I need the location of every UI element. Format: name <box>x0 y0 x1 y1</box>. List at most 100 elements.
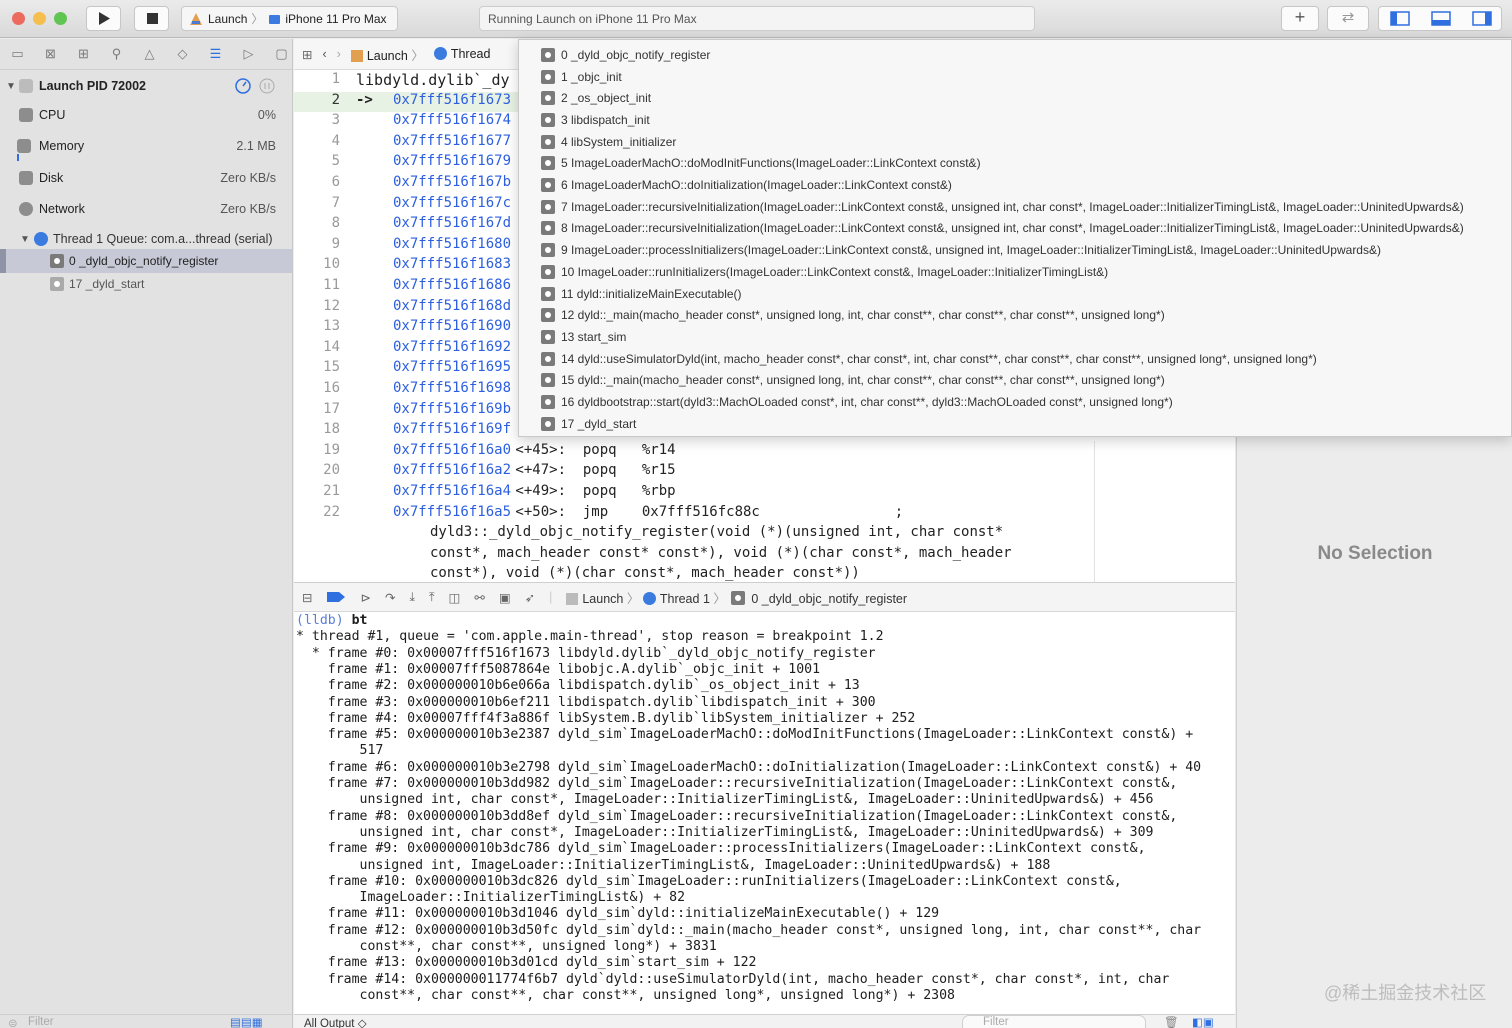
stack-frame-menu-item[interactable]: 12 dyld::_main(macho_header const*, unsi… <box>541 304 1165 326</box>
thread-row[interactable]: ▼ Thread 1 Queue: com.a...thread (serial… <box>0 227 292 251</box>
debug-bar: ⊟ ⊳ ↷ ⤓ ⤒ ◫ ⚯ ▣ ➶ | Launch 〉 Thread 1 〉 … <box>294 582 1235 612</box>
folder-icon[interactable]: ▭ <box>8 46 27 62</box>
console-output-line: frame #4: 0x00007fff4f3a886f libSystem.B… <box>296 710 916 726</box>
stack-frame-menu-item[interactable]: 17 _dyld_start <box>541 413 636 435</box>
stack-frame-menu-item[interactable]: 7 ImageLoader::recursiveInitialization(I… <box>541 196 1464 218</box>
menu-item-label: 6 ImageLoaderMachO::doInitialization(Ima… <box>561 178 952 193</box>
crumb-frame[interactable]: 0 _dyld_objc_notify_register <box>751 592 907 606</box>
source-control-icon[interactable]: ⊠ <box>41 46 60 62</box>
gauge-network[interactable]: Network Zero KB/s <box>0 197 292 221</box>
gauge-icon[interactable] <box>235 78 251 94</box>
menu-item-label: 4 libSystem_initializer <box>561 134 677 149</box>
stack-frame-menu-item[interactable]: 5 ImageLoaderMachO::doModInitFunctions(I… <box>541 153 981 175</box>
continue-icon[interactable]: ⊳ <box>360 590 370 605</box>
breadcrumb-launch[interactable]: Launch 〉 <box>350 45 424 64</box>
stack-frame-menu-item[interactable]: 4 libSystem_initializer <box>541 131 676 153</box>
stack-frame-icon <box>541 395 555 410</box>
stack-frame-menu-item[interactable]: 9 ImageLoader::processInitializers(Image… <box>541 239 1381 261</box>
close-window-button[interactable] <box>12 12 25 25</box>
app-icon <box>350 49 363 62</box>
forward-arrow-icon[interactable]: › <box>337 47 341 61</box>
filter-input[interactable]: Filter <box>28 1016 54 1028</box>
lldb-console[interactable]: (lldb) bt * thread #1, queue = 'com.appl… <box>294 612 1235 1014</box>
menu-item-label: 10 ImageLoader::runInitializers(ImageLoa… <box>561 264 1109 279</box>
frame-row[interactable]: 17 _dyld_start <box>0 272 292 296</box>
process-row[interactable]: ▼ Launch PID 72002 <box>0 74 292 98</box>
navigator-toggle-icon[interactable] <box>1390 11 1410 26</box>
test-icon[interactable]: ◇ <box>173 46 192 62</box>
back-arrow-icon[interactable]: ‹ <box>322 47 326 61</box>
code-review-button[interactable]: ⇄ <box>1327 6 1369 31</box>
pause-threads-icon[interactable] <box>259 78 275 94</box>
stack-frame-menu-item[interactable]: 11 dyld::initializeMainExecutable() <box>541 283 742 305</box>
inspector-toggle-icon[interactable] <box>1472 11 1492 26</box>
stack-frame-icon <box>541 243 555 258</box>
stack-frame-menu-item[interactable]: 1 _objc_init <box>541 66 622 88</box>
menu-item-label: 9 ImageLoader::processInitializers(Image… <box>561 243 1381 258</box>
hide-debug-area-icon[interactable]: ⊟ <box>302 590 312 605</box>
step-out-icon[interactable]: ⤒ <box>429 590 435 605</box>
trash-icon[interactable]: 🗑 <box>1164 1015 1179 1028</box>
line-number: 10 <box>323 256 340 273</box>
gauge-disk[interactable]: Disk Zero KB/s <box>0 166 292 190</box>
chevron-right-icon: 〉 <box>251 12 264 26</box>
menu-item-label: 7 ImageLoader::recursiveInitialization(I… <box>561 199 1464 214</box>
zoom-window-button[interactable] <box>54 12 67 25</box>
report-icon[interactable]: ▢ <box>272 46 291 62</box>
run-button[interactable] <box>86 6 121 31</box>
view-debugger-icon[interactable]: ◫ <box>449 590 461 605</box>
stack-frame-icon <box>541 329 555 344</box>
symbol-icon[interactable]: ⊞ <box>74 46 93 62</box>
stack-frame-menu-item[interactable]: 10 ImageLoader::runInitializers(ImageLoa… <box>541 261 1108 283</box>
minimize-window-button[interactable] <box>33 12 46 25</box>
console-output-line: frame #11: 0x000000010b3d1046 dyld_sim`d… <box>296 906 940 922</box>
crumb-thread[interactable]: Thread 1 <box>660 592 710 606</box>
disclosure-triangle-icon[interactable]: ▼ <box>20 234 30 245</box>
instruction-address: 0x7fff516f1677 <box>393 132 512 149</box>
console-filter-input[interactable]: Filter <box>962 1015 1146 1028</box>
gauge-cpu[interactable]: CPU 0% <box>0 103 292 127</box>
stack-frame-menu-item[interactable]: 16 dyldbootstrap::start(dyld3::MachOLoad… <box>541 391 1173 413</box>
related-items-icon[interactable]: ⊞ <box>302 47 312 62</box>
line-number: 13 <box>323 318 340 335</box>
scheme-selector[interactable]: Launch 〉 iPhone 11 Pro Max <box>181 6 398 31</box>
line-number: 16 <box>323 380 340 396</box>
stack-frame-icon <box>541 134 555 149</box>
filter-options-icon[interactable]: ▤▤▦ <box>230 1015 263 1028</box>
thread-icon <box>642 591 656 605</box>
debug-area-toggle-icon[interactable] <box>1431 11 1451 26</box>
output-filter-select[interactable]: All Output ◇ <box>304 1016 367 1028</box>
stack-frame-menu-item[interactable]: 15 dyld::_main(macho_header const*, unsi… <box>541 370 1165 392</box>
breakpoint-icon[interactable]: ▷ <box>239 46 258 62</box>
app-process-icon <box>19 79 33 93</box>
breakpoints-active-icon[interactable] <box>326 590 346 604</box>
stack-frame-menu-item[interactable]: 0 _dyld_objc_notify_register <box>541 44 710 66</box>
step-over-icon[interactable]: ↷ <box>385 590 395 605</box>
instruction-address: 0x7fff516f1690 <box>393 318 512 335</box>
stack-frame-menu-item[interactable]: 3 libdispatch_init <box>541 109 650 131</box>
stack-frame-menu-item[interactable]: 2 _os_object_init <box>541 87 651 109</box>
gauge-memory[interactable]: Memory 2.1 MB <box>0 134 292 161</box>
crumb-app[interactable]: Launch <box>582 592 623 606</box>
stop-button[interactable] <box>134 6 169 31</box>
library-button[interactable]: + <box>1281 6 1319 31</box>
memory-graph-icon[interactable]: ⚯ <box>474 590 484 605</box>
menu-item-label: 14 dyld::useSimulatorDyld(int, macho_hea… <box>561 351 1317 366</box>
split-view-icon[interactable]: ◧▣ <box>1192 1015 1214 1028</box>
stack-frame-menu-item[interactable]: 13 start_sim <box>541 326 626 348</box>
search-icon[interactable]: ⚲ <box>107 46 126 62</box>
frame-row-selected[interactable]: 0 _dyld_objc_notify_register <box>0 249 292 273</box>
breadcrumb-thread[interactable]: Thread <box>433 47 490 61</box>
process-label: Launch PID 72002 <box>39 79 146 93</box>
stack-frame-menu-item[interactable]: 6 ImageLoaderMachO::doInitialization(Ima… <box>541 174 952 196</box>
step-into-icon[interactable]: ⤓ <box>409 590 415 605</box>
symbol-comment-line: const*, mach_header const* const*), void… <box>430 544 1012 561</box>
stack-frame-menu-item[interactable]: 8 ImageLoader::recursiveInitialization(I… <box>541 218 1464 240</box>
simulate-location-icon[interactable]: ➶ <box>525 590 535 605</box>
issue-icon[interactable]: △ <box>140 46 159 62</box>
environment-overrides-icon[interactable]: ▣ <box>499 590 511 605</box>
debug-navigator-icon[interactable]: ☰ <box>206 46 225 62</box>
disclosure-triangle-icon[interactable]: ▼ <box>6 81 16 92</box>
stack-frame-menu-item[interactable]: 14 dyld::useSimulatorDyld(int, macho_hea… <box>541 348 1317 370</box>
instruction-address: 0x7fff516f16a0 <box>393 441 512 458</box>
